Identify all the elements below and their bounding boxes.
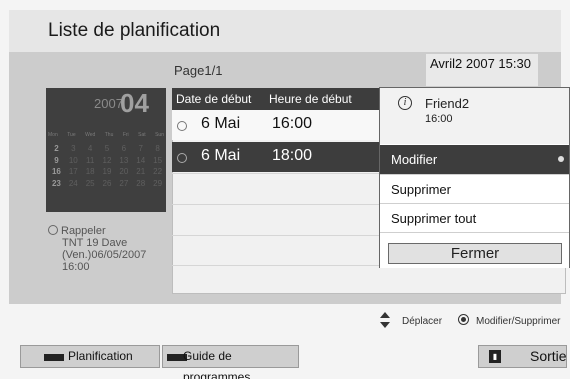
close-button[interactable]: Fermer bbox=[388, 243, 562, 264]
calendar-day: 4 bbox=[87, 144, 93, 153]
menu-item-supprimer[interactable]: Supprimer bbox=[380, 174, 569, 203]
clock-icon bbox=[177, 121, 187, 131]
menu-item-label: Supprimer bbox=[391, 182, 451, 197]
ok-button-icon bbox=[458, 314, 469, 325]
calendar-day: 7 bbox=[138, 144, 143, 153]
color-key-icon bbox=[44, 354, 64, 361]
button-label: Guide de programmes bbox=[183, 349, 251, 379]
clock-icon bbox=[177, 153, 187, 163]
up-down-arrow-icon bbox=[380, 312, 390, 328]
calendar-month: 04 bbox=[120, 88, 149, 118]
calendar-day: 20 bbox=[119, 167, 129, 176]
program-name: Friend2 bbox=[425, 96, 470, 111]
button-label: Planification bbox=[68, 349, 133, 363]
menu-item-modifier[interactable]: Modifier bbox=[380, 145, 569, 174]
selection-marker-icon bbox=[558, 156, 564, 162]
calendar-day: 24 bbox=[68, 178, 78, 188]
calendar-day: 14 bbox=[136, 155, 146, 165]
popup-info: i Friend2 16:00 bbox=[380, 88, 569, 144]
column-header-date: Date de début bbox=[176, 92, 252, 106]
table-header: Date de début Heure de début bbox=[172, 88, 382, 110]
planification-button[interactable]: Planification bbox=[20, 345, 160, 368]
weekday: Fri bbox=[122, 132, 129, 138]
weekday: Sat bbox=[138, 132, 146, 138]
reminder-label: Rappeler bbox=[61, 225, 106, 237]
weekday: Thu bbox=[104, 132, 114, 138]
exit-button[interactable]: ▮ Sortie bbox=[478, 345, 567, 368]
calendar-day: 10 bbox=[68, 155, 78, 165]
calendar-day: 15 bbox=[153, 155, 163, 165]
calendar-day: 23 bbox=[51, 178, 61, 188]
menu-item-supprimer-tout[interactable]: Supprimer tout bbox=[380, 203, 569, 232]
calendar-day: 12 bbox=[102, 155, 112, 165]
calendar-day: 19 bbox=[102, 167, 112, 176]
calendar-week: 2 3 4 5 6 7 8 bbox=[48, 143, 166, 155]
calendar-day: 3 bbox=[71, 144, 76, 153]
weekday: Wed bbox=[85, 132, 96, 138]
calendar-year: 2007 bbox=[94, 96, 123, 111]
calendar-weekdays: Mon Tue Wed Thu Fri Sat Sun bbox=[48, 132, 166, 138]
screen: Liste de planification Page1/1 Avril2 20… bbox=[0, 0, 570, 379]
button-label: Sortie bbox=[530, 348, 567, 364]
reminder-channel: TNT 19 Dave bbox=[62, 237, 128, 249]
weekday: Mon bbox=[48, 132, 58, 138]
calendar-day: 18 bbox=[85, 167, 95, 176]
calendar-day: 9 bbox=[54, 155, 59, 165]
exit-key-icon: ▮ bbox=[489, 350, 501, 363]
hint-move: Déplacer bbox=[402, 316, 443, 327]
info-icon: i bbox=[398, 96, 412, 110]
hint-edit: Modifier/Supprimer bbox=[476, 316, 561, 327]
mini-calendar: 2007 04 Mon Tue Wed Thu Fri Sat Sun 2 3 … bbox=[46, 88, 166, 212]
calendar-day: 22 bbox=[153, 167, 163, 176]
options-popup: i Friend2 16:00 Modifier Supprimer Suppr… bbox=[379, 87, 570, 268]
calendar-day: 27 bbox=[119, 178, 129, 188]
calendar-day: 16 bbox=[51, 167, 61, 176]
calendar-day: 17 bbox=[68, 167, 78, 176]
row-date: 6 Mai bbox=[201, 115, 241, 132]
calendar-day: 8 bbox=[155, 144, 160, 153]
calendar-day: 2 bbox=[54, 144, 59, 153]
program-time: 16:00 bbox=[425, 113, 453, 125]
column-header-time: Heure de début bbox=[269, 92, 352, 106]
calendar-day: 26 bbox=[102, 178, 112, 188]
weekday: Tue bbox=[67, 132, 76, 138]
calendar-day: 28 bbox=[136, 178, 146, 188]
calendar-week: 23 24 25 26 27 28 29 bbox=[48, 178, 166, 190]
program-guide-button[interactable]: Guide de programmes bbox=[162, 345, 299, 379]
calendar-day: 11 bbox=[85, 155, 95, 165]
row-time: 16:00 bbox=[272, 115, 313, 132]
calendar-week: 9 10 11 12 13 14 15 bbox=[48, 155, 166, 167]
calendar-day: 6 bbox=[121, 144, 127, 153]
calendar-week: 16 17 18 19 20 21 22 bbox=[48, 166, 166, 178]
page-indicator: Page1/1 bbox=[174, 63, 223, 78]
calendar-day: 25 bbox=[85, 178, 95, 188]
clock-icon bbox=[48, 225, 58, 235]
menu-item-label: Supprimer tout bbox=[391, 211, 477, 226]
calendar-day: 5 bbox=[104, 144, 110, 153]
page-title: Liste de planification bbox=[48, 20, 221, 41]
calendar-day: 29 bbox=[153, 178, 163, 188]
row-date: 6 Mai bbox=[201, 147, 241, 164]
reminder-time: 16:00 bbox=[62, 261, 90, 273]
menu-item-label: Modifier bbox=[391, 152, 438, 167]
calendar-day: 21 bbox=[136, 167, 146, 176]
reminder-date: (Ven.)06/05/2007 bbox=[62, 249, 147, 261]
calendar-day: 13 bbox=[119, 155, 129, 165]
row-time: 18:00 bbox=[272, 147, 313, 164]
weekday: Sun bbox=[155, 132, 164, 138]
current-datetime: Avril2 2007 15:30 bbox=[426, 54, 538, 86]
calendar-grid: 2 3 4 5 6 7 8 9 10 11 12 13 14 15 16 17 … bbox=[48, 143, 166, 189]
reminder-details: Rappeler TNT 19 Dave (Ven.)06/05/2007 16… bbox=[48, 224, 146, 273]
